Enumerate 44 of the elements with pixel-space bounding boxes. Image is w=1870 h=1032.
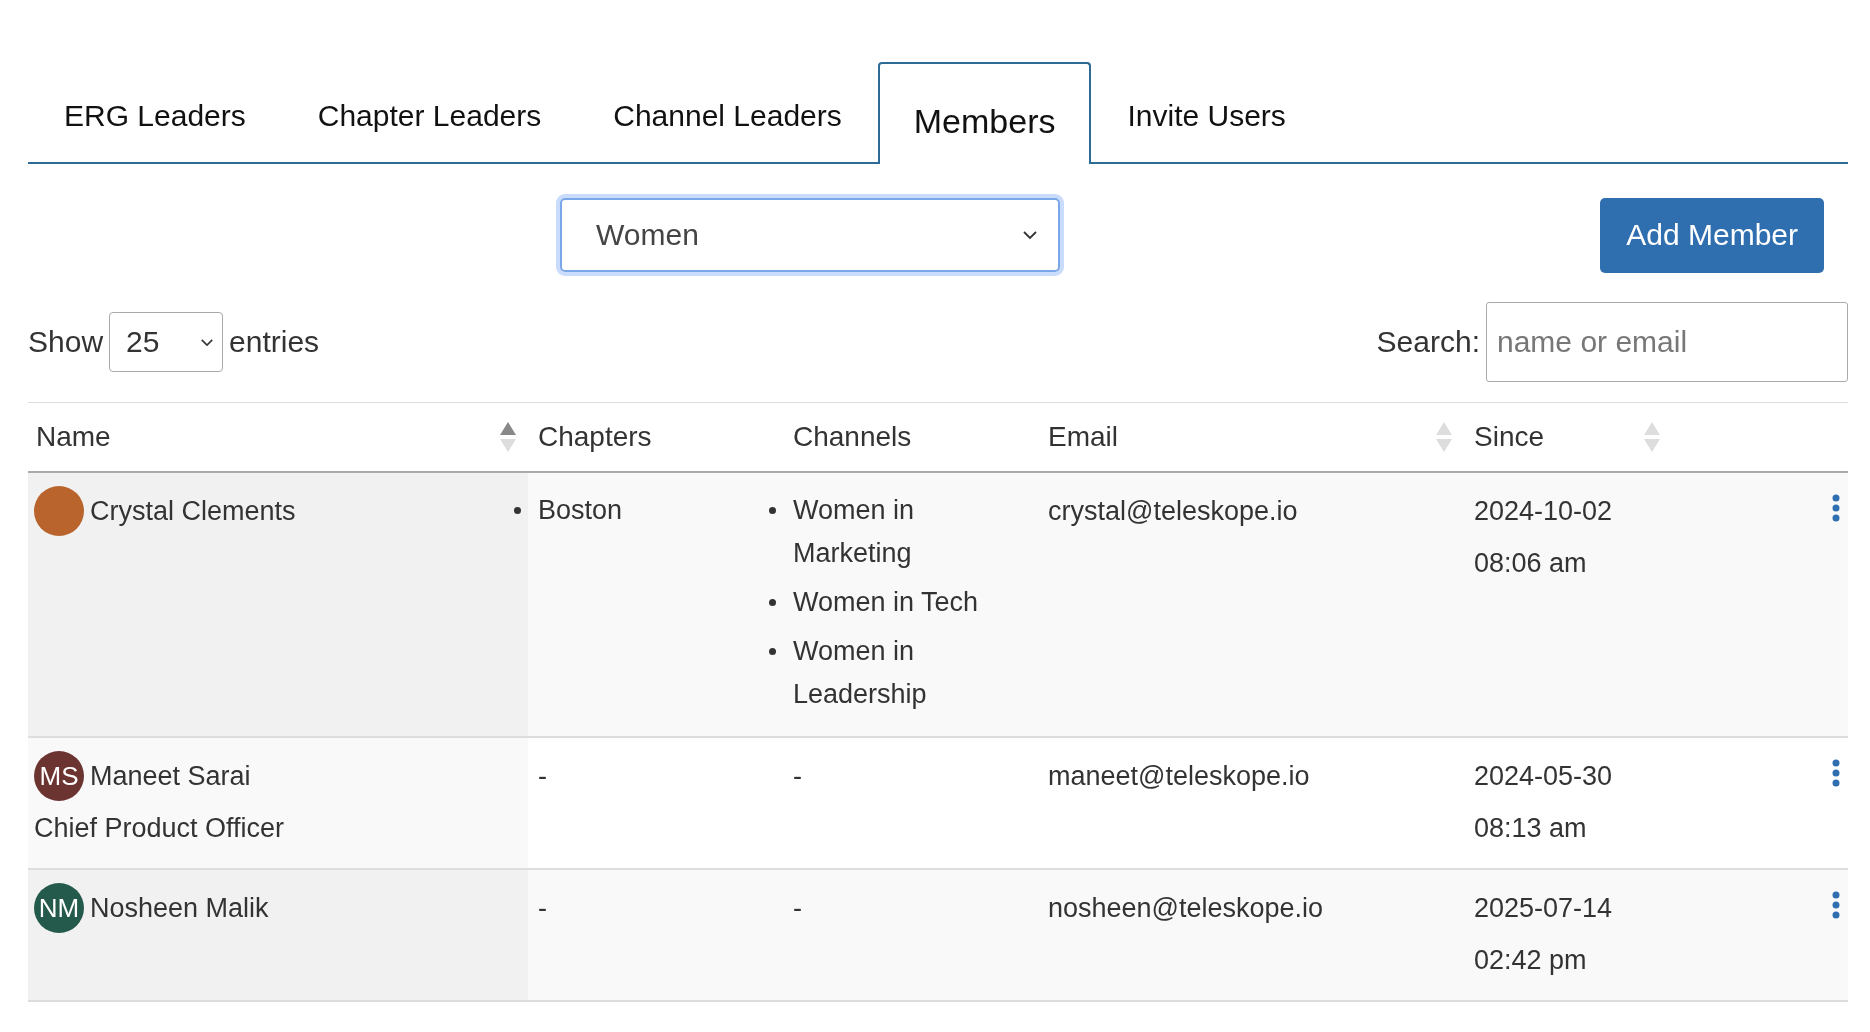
since-time: 08:06 am [1474,547,1588,580]
since-time: 02:42 pm [1474,944,1588,977]
entries-label: entries [229,325,320,359]
avatar-photo-placeholder [34,486,84,536]
channel-item: Women in Marketing [793,494,916,570]
member-name: Crystal Clements [90,495,296,528]
channel-item: Women in Leadership [793,635,928,711]
channels-cell: - [793,893,802,923]
more-options-icon[interactable] [1832,759,1840,787]
avatar: MS [34,751,84,801]
chapters-cell: - [538,893,547,923]
member-title: Chief Product Officer [34,812,286,845]
search-field[interactable]: name or email [1486,302,1848,382]
chevron-icon [200,337,215,347]
tab[interactable]: Members [877,62,1092,164]
since-date: 2024-05-30 [1474,760,1614,793]
chapters-cell: - [538,761,547,791]
chapter-item: Boston [538,494,623,527]
channels-cell: - [793,761,802,791]
tab[interactable]: Invite Users [1091,62,1322,164]
since-date: 2024-10-02 [1474,495,1614,528]
search-label: Search: [1376,325,1480,359]
bullet-icon [769,648,776,655]
email-cell: crystal@teleskope.io [1048,496,1298,526]
more-options-icon[interactable] [1832,494,1840,522]
member-name: Nosheen Malik [90,892,269,925]
since-date: 2025-07-14 [1474,892,1614,925]
entries-select[interactable]: 25 [109,312,224,372]
bullet-icon [514,507,521,514]
add-member-button[interactable]: Add Member [1600,197,1824,273]
bullet-icon [769,599,776,606]
tab[interactable]: ERG Leaders [28,62,282,164]
since-time: 08:13 am [1474,812,1588,845]
show-label: Show [28,325,104,359]
email-cell: nosheen@teleskope.io [1048,893,1324,923]
tab[interactable]: Chapter Leaders [281,62,578,164]
chevron-icon [1022,230,1038,240]
tab[interactable]: Channel Leaders [577,62,878,164]
avatar: NM [34,883,84,933]
bullet-icon [769,507,776,514]
channel-item: Women in Tech [793,586,979,619]
more-options-icon[interactable] [1832,891,1840,919]
member-name: Maneet Sarai [90,760,251,793]
email-cell: maneet@teleskope.io [1048,761,1310,791]
